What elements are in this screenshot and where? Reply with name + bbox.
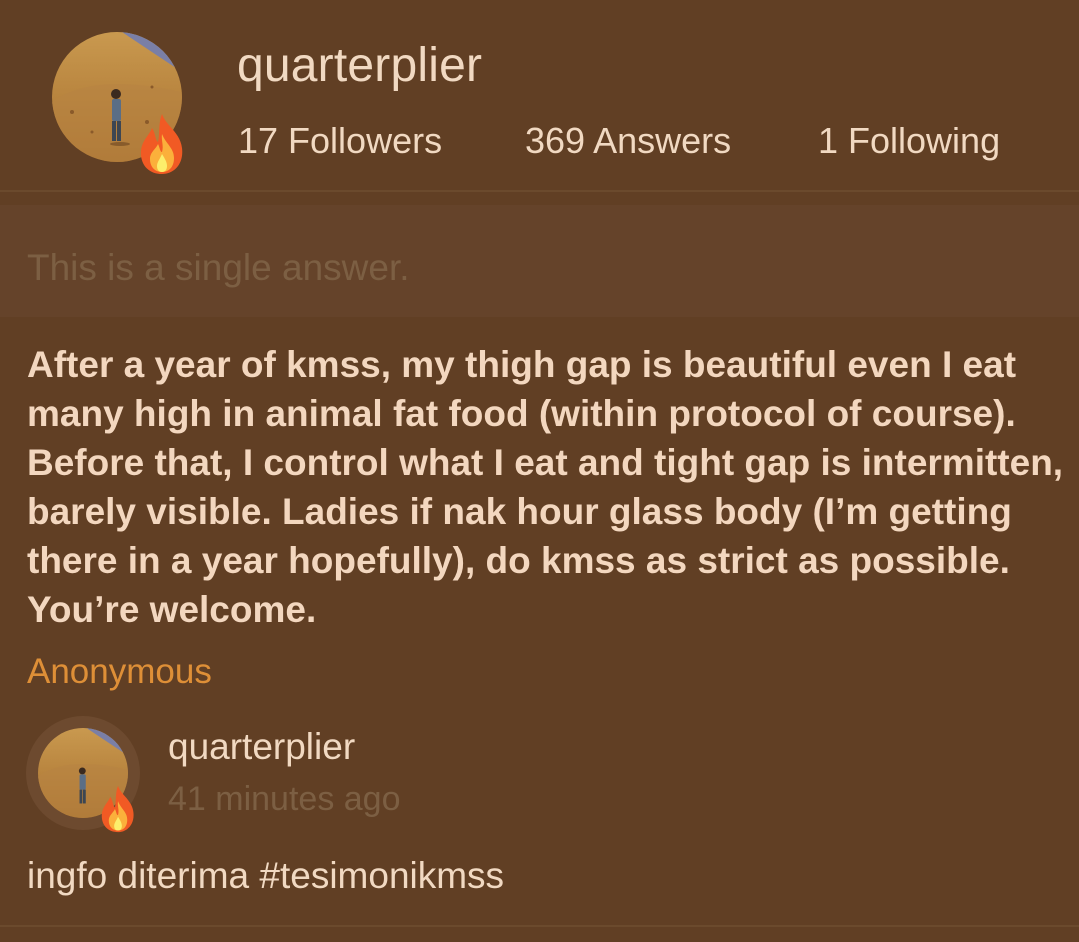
answers-count[interactable]: 369 Answers (525, 120, 731, 162)
fire-icon (98, 784, 138, 834)
single-answer-banner: This is a single answer. (0, 205, 1079, 317)
profile-username[interactable]: quarterplier (237, 38, 482, 93)
profile-header: quarterplier 17 Followers 369 Answers 1 … (0, 0, 1079, 192)
answer-author-avatar[interactable] (26, 716, 144, 834)
fire-icon (136, 112, 188, 176)
divider (0, 925, 1079, 927)
followers-count[interactable]: 17 Followers (238, 120, 442, 162)
answer-text: ingfo diterima #tesimonikmss (27, 855, 505, 896)
profile-avatar[interactable] (52, 32, 184, 174)
question-text: After a year of kmss, my thigh gap is be… (27, 344, 1064, 630)
asker-name: Anonymous (27, 652, 212, 691)
following-count[interactable]: 1 Following (818, 120, 1000, 162)
answer-timestamp: 41 minutes ago (168, 780, 401, 818)
answer-page: quarterplier 17 Followers 369 Answers 1 … (0, 0, 1079, 942)
banner-text: This is a single answer. (27, 247, 410, 288)
answer-author-username[interactable]: quarterplier (168, 726, 355, 768)
